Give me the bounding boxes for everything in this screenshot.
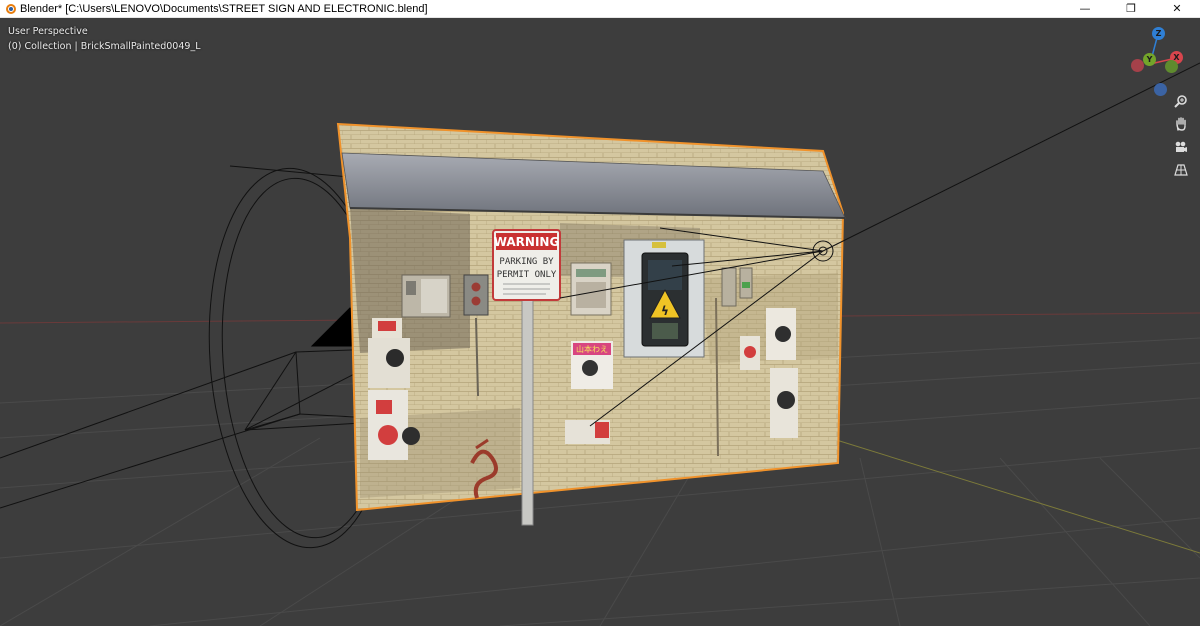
zoom-glyph <box>1174 95 1187 108</box>
active-collection-label: (0) Collection | BrickSmallPainted0049_L <box>8 41 201 52</box>
grid-glyph <box>1174 164 1188 176</box>
window-title-bar: Blender* [C:\Users\LENOVO\Documents\STRE… <box>0 0 1200 18</box>
camera-icon[interactable] <box>1171 137 1191 157</box>
intercom-panel[interactable] <box>401 274 451 318</box>
blender-logo-icon <box>4 3 16 15</box>
svg-text:ϟ: ϟ <box>661 304 669 318</box>
window-controls: — ❐ ✕ <box>1062 0 1200 18</box>
close-button[interactable]: ✕ <box>1154 0 1200 18</box>
gizmo-z-label: Z <box>1155 29 1162 38</box>
y-axis-line <box>829 437 1200 554</box>
poster-yellow-tag: 山本わえ <box>576 344 608 354</box>
warning-sign[interactable]: WARNING PARKING BY PERMIT ONLY <box>492 229 561 301</box>
minimize-button[interactable]: — <box>1062 0 1108 18</box>
warning-sign-line1: PARKING BY <box>499 257 554 267</box>
sign-post[interactable] <box>521 292 534 526</box>
window-title: Blender* [C:\Users\LENOVO\Documents\STRE… <box>20 2 428 15</box>
warning-sign-line2: PERMIT ONLY <box>497 270 557 280</box>
viewport-scene[interactable]: WARNING PARKING BY PERMIT ONLY ϟ 山本わえ <box>0 18 1200 626</box>
gizmo-neg-z-axis[interactable] <box>1154 83 1167 96</box>
3d-viewport[interactable]: WARNING PARKING BY PERMIT ONLY ϟ 山本わえ Us… <box>0 18 1200 626</box>
pan-hand-icon[interactable] <box>1171 114 1191 134</box>
gizmo-neg-x-axis[interactable] <box>1131 59 1144 72</box>
gizmo-y-axis[interactable]: Y <box>1143 53 1156 66</box>
grid-perspective-icon[interactable] <box>1171 160 1191 180</box>
maximize-button[interactable]: ❐ <box>1108 0 1154 18</box>
gizmo-y-label: Y <box>1146 55 1153 64</box>
hand-glyph <box>1176 117 1186 131</box>
keypad-panel[interactable] <box>570 262 612 316</box>
warning-sign-header: WARNING <box>494 235 560 249</box>
view-mode-label: User Perspective <box>8 26 88 37</box>
electrical-box[interactable]: ϟ <box>623 239 705 358</box>
zoom-icon[interactable] <box>1171 91 1191 111</box>
camera-glyph <box>1175 141 1187 152</box>
gizmo-neg-y-axis[interactable] <box>1165 60 1178 73</box>
gizmo-z-axis[interactable]: Z <box>1152 27 1165 40</box>
button-box[interactable] <box>463 274 489 316</box>
